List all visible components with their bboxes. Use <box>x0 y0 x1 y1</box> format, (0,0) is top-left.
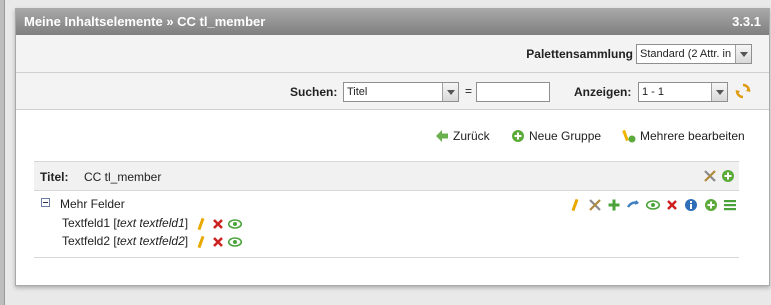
collapse-toggle-icon[interactable] <box>41 198 50 207</box>
title-value: CC tl_member <box>84 170 162 184</box>
filter-row: Suchen: Titel = Anzeigen: 1 - 1 <box>16 73 769 110</box>
drag-handle-icon[interactable] <box>723 198 737 212</box>
visibility-eye-icon[interactable] <box>228 217 243 231</box>
panel-header: Meine Inhaltselemente » CC tl_member 3.3… <box>16 9 769 35</box>
field-toolbar <box>194 216 245 230</box>
equals-sign: = <box>465 84 473 98</box>
field-row: Textfeld1 [text textfeld1] <box>62 216 245 231</box>
field-name: Textfeld2 <box>62 234 111 248</box>
add-circle-icon[interactable] <box>704 198 718 212</box>
edit-pencil-icon[interactable] <box>568 198 582 212</box>
group-label: Mehr Felder <box>60 197 125 211</box>
field-type: text textfeld1 <box>116 216 185 230</box>
field-toolbar <box>194 234 245 248</box>
search-field-value: Titel <box>347 86 368 98</box>
info-icon[interactable] <box>684 198 698 212</box>
new-group-label: Neue Gruppe <box>529 129 602 143</box>
field-group: Mehr Felder Textfeld1 [text textfeld1] T… <box>34 191 739 258</box>
left-frame-edge <box>0 0 5 305</box>
version-label: 3.3.1 <box>732 14 761 29</box>
show-range-value: 1 - 1 <box>642 86 665 98</box>
settings-tools-icon[interactable] <box>703 169 717 183</box>
edit-pencil-icon[interactable] <box>194 217 208 231</box>
visibility-eye-icon[interactable] <box>645 198 660 212</box>
delete-icon[interactable] <box>211 217 225 231</box>
record-header: Titel: CC tl_member <box>34 161 739 191</box>
show-range-select[interactable]: 1 - 1 <box>638 82 728 102</box>
field-row: Textfeld2 [text textfeld2] <box>62 234 245 249</box>
search-input[interactable] <box>476 82 550 102</box>
arrow-left-icon <box>435 129 449 143</box>
palette-select-value: Standard (2 Attr. in <box>640 48 732 60</box>
group-toolbar <box>566 197 737 212</box>
edit-multiple-icon <box>622 129 636 143</box>
main-panel: Meine Inhaltselemente » CC tl_member 3.3… <box>15 8 770 286</box>
add-circle-icon <box>511 129 525 143</box>
edit-multiple-label: Mehrere bearbeiten <box>640 129 745 143</box>
add-circle-icon[interactable] <box>721 169 735 183</box>
chevron-down-icon <box>735 45 751 63</box>
back-label: Zurück <box>453 129 490 143</box>
action-bar: Zurück Neue Gruppe Mehrere bearbeiten <box>16 129 769 145</box>
reload-icon[interactable] <box>735 83 751 99</box>
chevron-down-icon <box>442 83 458 101</box>
settings-tools-icon[interactable] <box>588 198 602 212</box>
show-label: Anzeigen: <box>574 85 632 99</box>
delete-icon[interactable] <box>665 198 679 212</box>
search-field-select[interactable]: Titel <box>343 82 459 102</box>
palette-label: Palettensammlung <box>526 47 633 61</box>
title-label: Titel: <box>40 170 69 184</box>
edit-pencil-icon[interactable] <box>194 235 208 249</box>
move-arrow-icon[interactable] <box>626 198 640 212</box>
page-title: Meine Inhaltselemente » CC tl_member <box>24 14 266 29</box>
back-button[interactable]: Zurück <box>435 129 490 143</box>
chevron-down-icon <box>711 83 727 101</box>
edit-multiple-button[interactable]: Mehrere bearbeiten <box>622 129 745 143</box>
search-label: Suchen: <box>290 85 338 99</box>
field-type: text textfeld2 <box>116 234 185 248</box>
visibility-eye-icon[interactable] <box>228 235 243 249</box>
palette-select[interactable]: Standard (2 Attr. in <box>636 44 752 64</box>
new-group-button[interactable]: Neue Gruppe <box>511 129 601 143</box>
field-name: Textfeld1 <box>62 216 111 230</box>
palette-row: Palettensammlung Standard (2 Attr. in <box>16 35 769 73</box>
delete-icon[interactable] <box>211 235 225 249</box>
add-plus-icon[interactable] <box>607 198 621 212</box>
